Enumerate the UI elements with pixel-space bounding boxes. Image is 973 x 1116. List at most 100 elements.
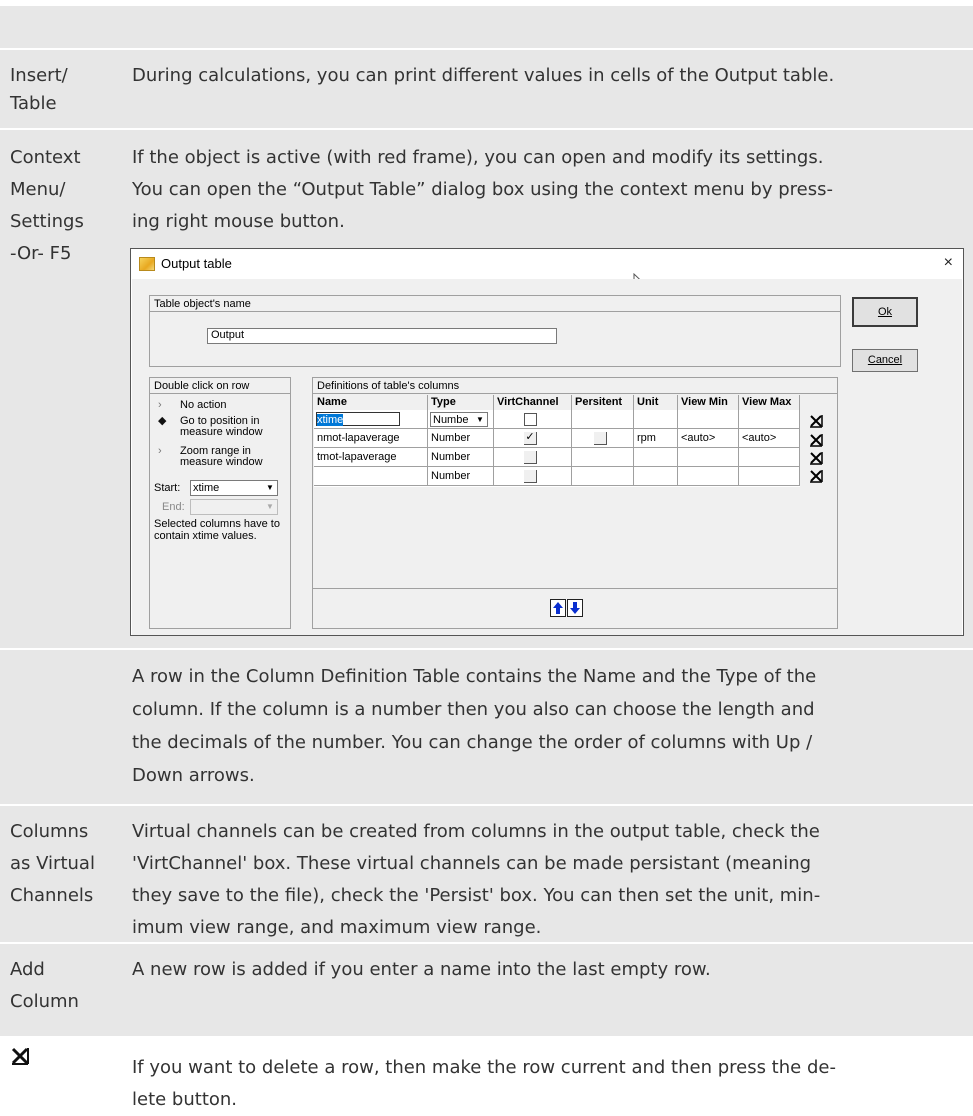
row-column-def: A row in the Column Definition Table con… <box>0 648 973 804</box>
start-select[interactable]: xtime ▼ <box>190 480 278 496</box>
col-header-name: Name <box>314 395 428 410</box>
table-cell-type[interactable]: Number <box>428 467 494 486</box>
desc-line: You can open the “Output Table” dialog b… <box>132 179 833 200</box>
column-definitions-group: Definitions of table's columns Name Type… <box>312 377 838 629</box>
move-up-button[interactable] <box>550 599 566 617</box>
table-cell-virt <box>494 410 572 429</box>
start-select-value: xtime <box>193 482 220 494</box>
key-line: Column <box>10 991 79 1012</box>
virtchannel-checkbox[interactable] <box>524 451 537 464</box>
desc-line: ing right mouse button. <box>132 211 345 232</box>
delete-row-icon[interactable] <box>809 433 823 447</box>
row-key: Add Column <box>10 954 79 1018</box>
table-cell-virt: ✓ <box>494 429 572 448</box>
double-click-group-label: Double click on row <box>150 378 290 394</box>
col-header-unit: Unit <box>634 395 678 410</box>
table-cell-unit[interactable]: rpm <box>634 429 678 448</box>
type-select-value: Numbe <box>433 414 469 426</box>
delete-row-icon[interactable] <box>809 451 823 465</box>
col-header-type: Type <box>428 395 494 410</box>
chevron-down-icon: ▼ <box>266 483 274 492</box>
hint-text: Selected columns have to contain xtime v… <box>154 518 280 542</box>
delete-row-icon[interactable] <box>809 469 823 483</box>
radio-indicator-icon: › <box>158 399 162 411</box>
chevron-down-icon: ▼ <box>266 502 274 511</box>
table-cell-name[interactable]: xtime <box>314 410 428 429</box>
virtchannel-checkbox[interactable]: ✓ <box>524 432 537 445</box>
virtchannel-checkbox[interactable] <box>524 413 537 426</box>
desc-line: If you want to delete a row, then make t… <box>132 1057 836 1078</box>
name-group: Table object's name Output <box>149 295 841 367</box>
dialog-titlebar: Output table × <box>131 249 963 292</box>
desc-line: 'VirtChannel' box. These virtual channel… <box>132 853 812 874</box>
table-cell-vmin[interactable] <box>678 448 739 467</box>
desc-line: lete button. <box>132 1089 238 1110</box>
ok-button[interactable]: Ok <box>852 297 918 327</box>
key-line: Add <box>10 959 45 980</box>
end-label: End: <box>162 501 185 513</box>
table-cell-vmax[interactable]: <auto> <box>739 429 800 448</box>
table-cell-persist <box>572 467 634 486</box>
table-cell-vmax[interactable] <box>739 410 800 429</box>
table-cell-virt <box>494 448 572 467</box>
desc-line: During calculations, you can print diffe… <box>132 65 835 86</box>
table-cell-unit[interactable] <box>634 410 678 429</box>
type-select[interactable]: Numbe ▼ <box>430 412 488 427</box>
app-icon <box>139 257 155 271</box>
table-cell-type[interactable]: Numbe ▼ <box>428 410 494 429</box>
table-cell-type[interactable]: Number <box>428 429 494 448</box>
desc-line: imum view range, and maximum view range. <box>132 917 542 938</box>
key-line: Table <box>10 93 57 114</box>
move-down-button[interactable] <box>567 599 583 617</box>
col-header-persistent: Persitent <box>572 395 634 410</box>
table-cell-type[interactable]: Number <box>428 448 494 467</box>
arrow-up-icon <box>553 602 563 614</box>
end-select[interactable]: ▼ <box>190 499 278 515</box>
table-cell-vmax[interactable] <box>739 467 800 486</box>
delete-row-icon[interactable] <box>809 414 823 428</box>
dialog-client: Table object's name Output Ok Cancel Dou… <box>132 279 962 635</box>
column-definitions-grid: Name Type VirtChannel Persitent Unit Vie… <box>314 395 800 487</box>
radio-selected-icon: ◆ <box>158 415 167 427</box>
table-cell-name[interactable]: tmot-lapaverage <box>314 448 428 467</box>
row-virtual-channels: Columns as Virtual Channels Virtual chan… <box>0 804 973 942</box>
key-line: -Or- F5 <box>10 243 72 264</box>
row-insert-table: Insert/ Table During calculations, you c… <box>0 48 973 128</box>
table-cell-name[interactable] <box>314 467 428 486</box>
key-line: Channels <box>10 885 94 906</box>
desc-line: column. If the column is a number then y… <box>132 699 815 720</box>
desc-line: If the object is active (with red frame)… <box>132 147 824 168</box>
table-cell-vmin[interactable]: <auto> <box>678 429 739 448</box>
table-cell-vmin[interactable] <box>678 410 739 429</box>
key-line: as Virtual <box>10 853 95 874</box>
order-toolbar <box>313 588 837 629</box>
table-cell-name[interactable]: nmot-lapaverage <box>314 429 428 448</box>
radio-label: Go to position in measure window <box>180 415 263 438</box>
persist-checkbox[interactable] <box>594 432 607 445</box>
close-icon[interactable]: × <box>944 254 953 272</box>
table-cell-vmin[interactable] <box>678 467 739 486</box>
cancel-button[interactable]: Cancel <box>852 349 918 372</box>
table-header-band <box>0 6 973 48</box>
table-name-input[interactable]: Output <box>207 328 557 344</box>
table-cell-vmax[interactable] <box>739 448 800 467</box>
radio-label: Zoom range in measure window <box>180 445 263 468</box>
double-click-group: Double click on row › No action ◆ Go to … <box>149 377 291 629</box>
dialog-title: Output table <box>161 256 232 271</box>
table-cell-unit[interactable] <box>634 448 678 467</box>
name-edit-field[interactable]: xtime <box>316 412 400 426</box>
cancel-button-label: Cancel <box>867 354 903 366</box>
table-cell-virt <box>494 467 572 486</box>
key-line: Insert/ <box>10 65 68 86</box>
desc-line: A new row is added if you enter a name i… <box>132 959 711 980</box>
virtchannel-checkbox[interactable] <box>524 470 537 483</box>
row-desc: A new row is added if you enter a name i… <box>132 954 957 986</box>
table-cell-unit[interactable] <box>634 467 678 486</box>
key-line: Menu/ <box>10 179 66 200</box>
output-table-dialog: Output table × Table object's name Outpu… <box>130 248 964 636</box>
col-header-view-max: View Max <box>739 395 800 410</box>
key-line: Context <box>10 147 81 168</box>
col-header-view-min: View Min <box>678 395 739 410</box>
row-add-column: Add Column A new row is added if you ent… <box>0 942 973 1036</box>
key-line: Settings <box>10 211 84 232</box>
